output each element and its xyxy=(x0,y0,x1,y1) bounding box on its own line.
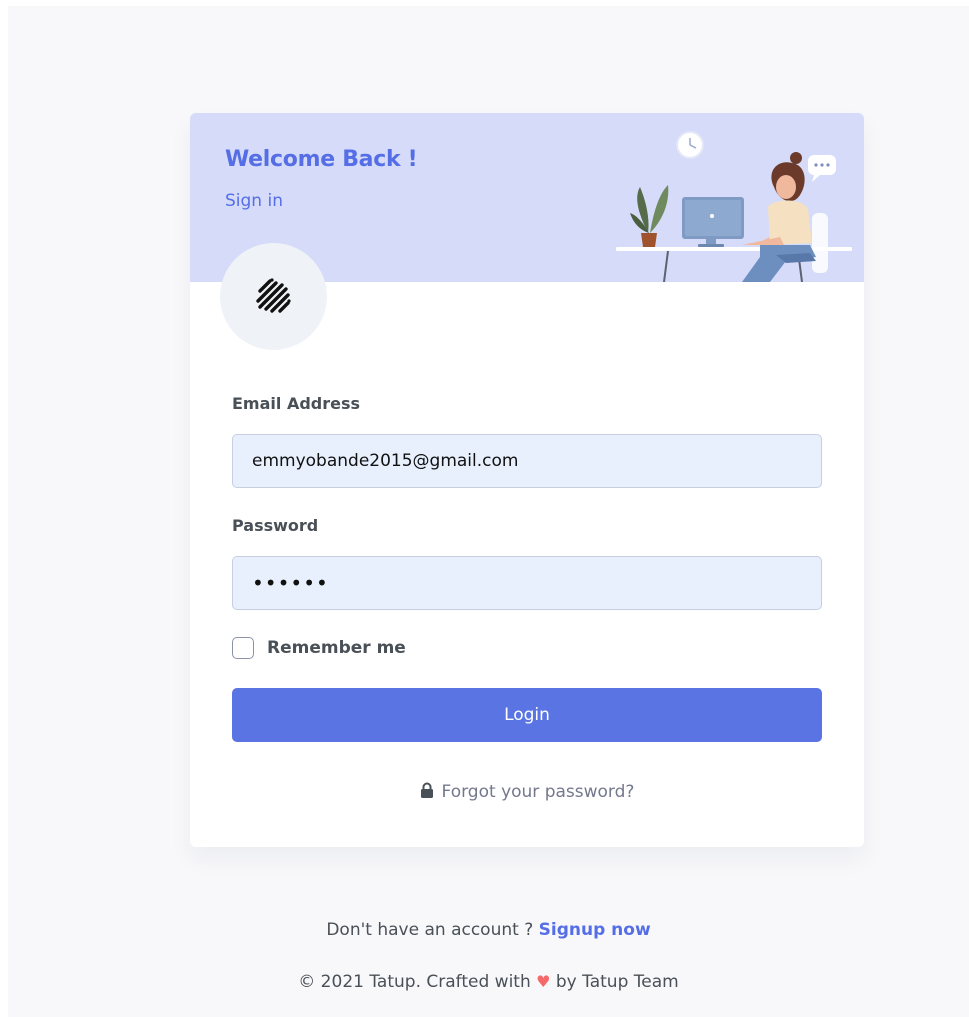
signup-prompt: Don't have an account ? Signup now xyxy=(8,920,969,940)
remember-me-row: Remember me xyxy=(232,636,822,660)
office-illustration-icon xyxy=(616,131,852,282)
copyright-suffix: by Tatup Team xyxy=(550,972,679,992)
remember-me-label[interactable]: Remember me xyxy=(267,638,406,658)
lock-icon xyxy=(420,782,433,798)
login-card: Welcome Back ! Sign in Email Address emm… xyxy=(190,113,864,847)
signup-link[interactable]: Signup now xyxy=(539,920,651,940)
email-label: Email Address xyxy=(232,394,361,413)
welcome-title: Welcome Back ! xyxy=(225,147,418,172)
brand-logo xyxy=(220,243,327,350)
no-account-text: Don't have an account ? xyxy=(326,920,539,940)
copyright-prefix: © 2021 Tatup. Crafted with xyxy=(298,972,537,992)
remember-me-checkbox[interactable] xyxy=(232,637,254,659)
forgot-password-link[interactable]: Forgot your password? xyxy=(420,782,635,802)
sign-in-subtitle: Sign in xyxy=(225,191,283,211)
password-label: Password xyxy=(232,516,319,535)
forgot-password-label: Forgot your password? xyxy=(441,782,635,802)
login-button[interactable]: Login xyxy=(232,688,822,742)
password-input[interactable] xyxy=(232,556,822,610)
copyright-text: © 2021 Tatup. Crafted with ♥ by Tatup Te… xyxy=(8,972,969,992)
forgot-password-row: Forgot your password? xyxy=(232,782,822,802)
heart-icon: ♥ xyxy=(536,972,551,991)
logo-slashes-icon xyxy=(255,277,291,313)
email-input[interactable] xyxy=(232,434,822,488)
page-background: Welcome Back ! Sign in Email Address emm… xyxy=(8,6,969,1017)
login-form: Email Address Password Remember me Login… xyxy=(232,393,822,802)
